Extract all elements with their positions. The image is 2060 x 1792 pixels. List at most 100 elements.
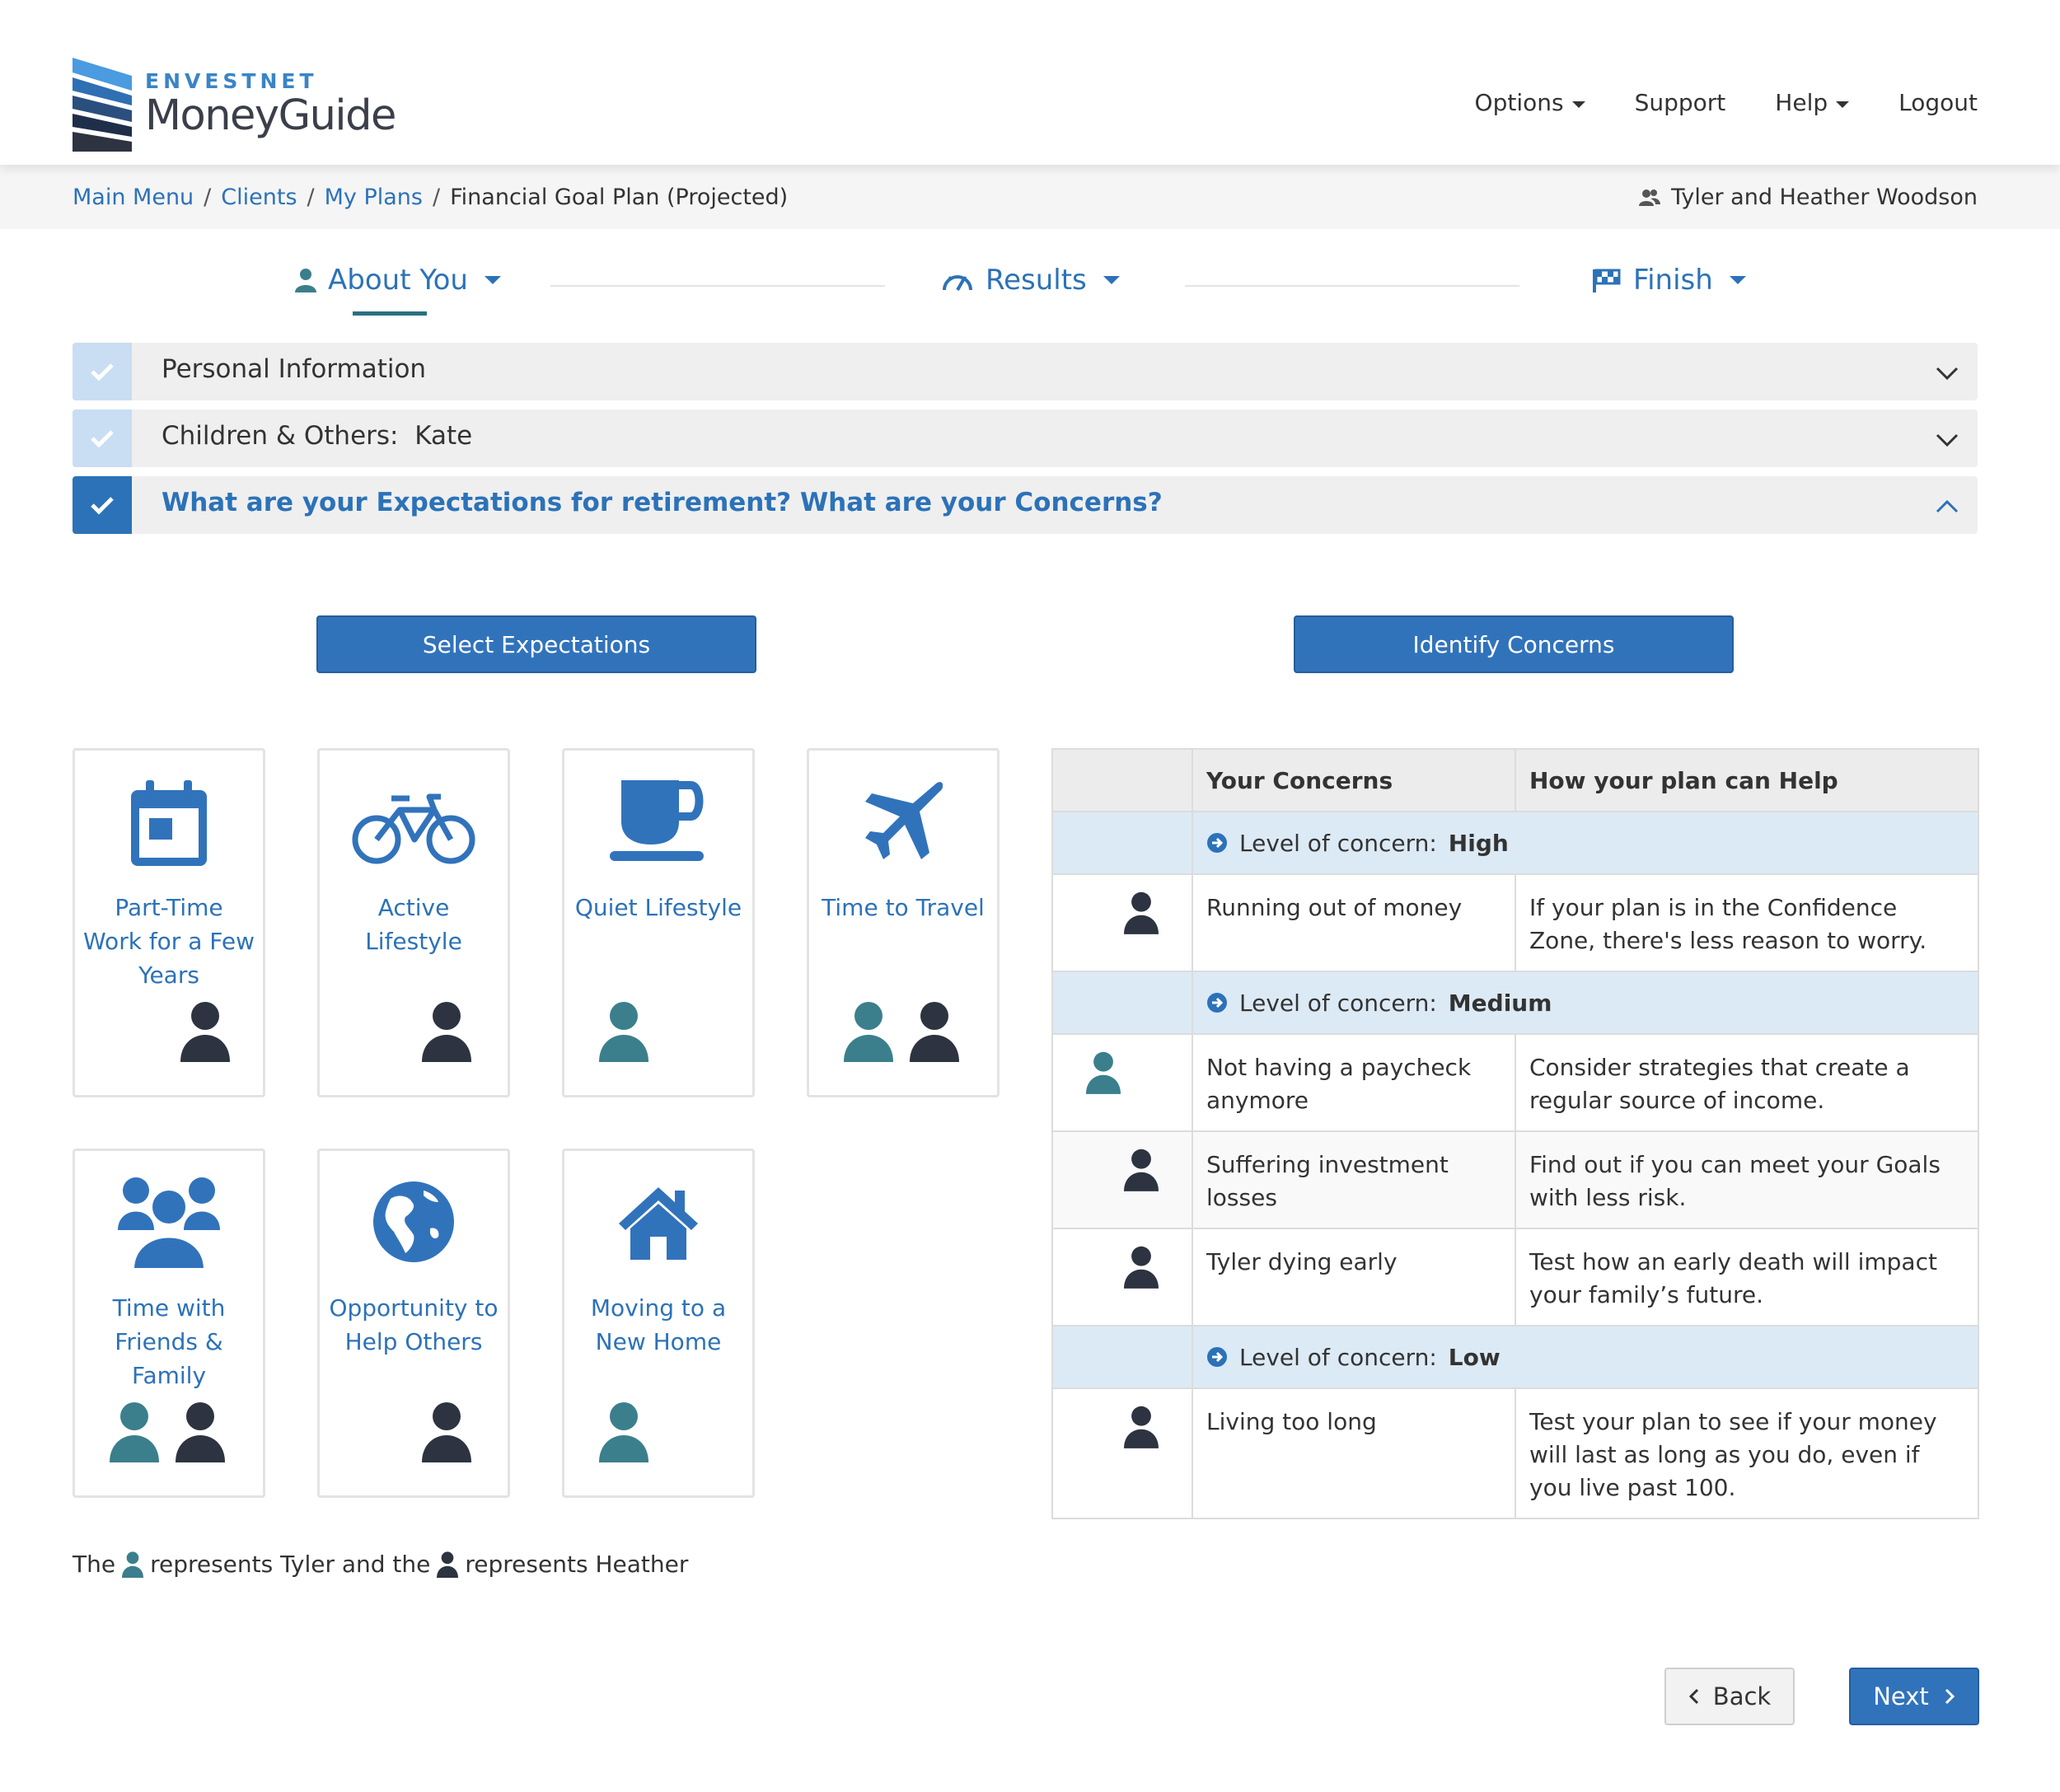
breadcrumb-main-menu[interactable]: Main Menu — [73, 185, 194, 210]
check-icon — [91, 497, 114, 515]
accordion-title: Children & Others: Kate — [162, 421, 472, 451]
heather-person-icon — [1124, 1246, 1159, 1289]
table-header-row: Your Concerns How your plan can Help — [1051, 748, 1979, 812]
expectation-card-quiet-lifestyle[interactable]: Quiet Lifestyle — [562, 748, 755, 1097]
help-label: Help — [1775, 89, 1828, 116]
heather-person-icon — [1124, 891, 1159, 934]
next-label: Next — [1873, 1682, 1929, 1710]
breadcrumb-bar: Main Menu / Clients / My Plans / Financial … — [0, 165, 2060, 229]
table-row: Living too long Test your plan to see if… — [1051, 1387, 1979, 1519]
breadcrumb-clients[interactable]: Clients — [221, 185, 297, 210]
identify-concerns-button[interactable]: Identify Concerns — [1294, 615, 1734, 673]
concern-text: Living too long — [1192, 1387, 1516, 1519]
accordion-expectations-concerns[interactable]: What are your Expectations for retiremen… — [73, 476, 1978, 534]
chevron-down-icon[interactable] — [1935, 361, 1959, 386]
table-row: Suffering investment losses Find out if … — [1051, 1130, 1979, 1229]
tyler-person-icon — [599, 1002, 648, 1062]
caret-down-icon — [484, 276, 501, 284]
group-icon — [118, 1177, 220, 1270]
expectation-card-part-time-work[interactable]: Part-Time Work for a Few Years — [73, 748, 265, 1097]
breadcrumb: Main Menu / Clients / My Plans / Financial … — [73, 185, 788, 210]
step-divider — [550, 285, 885, 287]
caret-down-icon — [1103, 276, 1120, 284]
expectation-label: Active Lifestyle — [365, 894, 462, 955]
arrow-circle-right-icon — [1207, 1347, 1227, 1367]
table-header-concern: Your Concerns — [1192, 748, 1516, 812]
logout-label: Logout — [1898, 89, 1978, 116]
tyler-person-icon — [599, 1402, 648, 1462]
next-button[interactable]: Next — [1849, 1668, 1979, 1725]
airplane-icon — [865, 782, 943, 859]
support-link[interactable]: Support — [1635, 89, 1726, 116]
help-text: Consider strategies that create a regula… — [1515, 1033, 1979, 1132]
heather-person-icon — [910, 1002, 959, 1062]
step-finish-label: Finish — [1633, 264, 1713, 297]
back-button[interactable]: Back — [1664, 1668, 1795, 1725]
expectation-card-active-lifestyle[interactable]: Active Lifestyle — [317, 748, 510, 1097]
expectation-card-new-home[interactable]: Moving to a New Home — [562, 1149, 755, 1498]
gauge-icon — [943, 275, 972, 291]
accordion-children-others[interactable]: Children & Others: Kate — [73, 409, 1978, 467]
caret-down-icon — [1729, 276, 1746, 284]
options-menu[interactable]: Options — [1475, 89, 1585, 116]
step-results[interactable]: Results — [941, 264, 1120, 297]
concern-text: Suffering investment losses — [1192, 1130, 1516, 1229]
heather-person-icon — [437, 1551, 459, 1578]
active-check — [73, 476, 132, 534]
level-value: Medium — [1448, 989, 1552, 1017]
users-icon — [1639, 189, 1661, 206]
active-step-indicator — [353, 311, 427, 316]
step-divider — [1185, 285, 1519, 287]
level-prefix: Level of concern: — [1239, 989, 1437, 1017]
check-icon — [91, 363, 114, 381]
breadcrumb-my-plans[interactable]: My Plans — [325, 185, 423, 210]
accordion-personal-information[interactable]: Personal Information — [73, 343, 1978, 400]
expectation-label: Moving to a New Home — [590, 1294, 727, 1355]
heather-person-icon — [1124, 1406, 1159, 1448]
arrow-circle-right-icon — [1207, 993, 1227, 1013]
concern-text: Not having a paycheck anymore — [1192, 1033, 1516, 1132]
expectation-label: Quiet Lifestyle — [574, 894, 742, 921]
expectation-card-help-others[interactable]: Opportunity to Help Others — [317, 1149, 510, 1498]
calendar-icon — [131, 780, 207, 866]
client-name-label: Tyler and Heather Woodson — [1671, 185, 1978, 210]
chevron-right-icon — [1945, 1688, 1955, 1705]
help-text: Test your plan to see if your money will… — [1515, 1387, 1979, 1519]
step-finish[interactable]: Finish — [1592, 264, 1746, 297]
client-name: Tyler and Heather Woodson — [1638, 185, 1978, 210]
heather-person-icon — [180, 1002, 230, 1062]
expectation-label: Time with Friends & Family — [112, 1294, 226, 1389]
legend-text: represents Tyler and the — [150, 1551, 431, 1578]
tyler-person-icon — [110, 1402, 159, 1462]
tyler-person-icon — [122, 1551, 144, 1578]
help-menu[interactable]: Help — [1775, 89, 1850, 116]
tyler-person-icon — [844, 1002, 893, 1062]
help-text: Find out if you can meet your Goals with… — [1515, 1130, 1979, 1229]
level-prefix: Level of concern: — [1239, 1343, 1437, 1371]
breadcrumb-separator: / — [307, 185, 315, 210]
chevron-left-icon — [1688, 1688, 1698, 1705]
chevron-down-icon[interactable] — [1935, 428, 1959, 452]
logo-mark-icon — [73, 58, 132, 152]
heather-person-icon — [176, 1402, 225, 1462]
level-value: High — [1448, 829, 1509, 857]
breadcrumb-separator: / — [433, 185, 441, 210]
brand-top: ENVESTNET — [145, 69, 318, 93]
expectation-card-friends-family[interactable]: Time with Friends & Family — [73, 1149, 265, 1498]
breadcrumb-separator: / — [204, 185, 212, 210]
chevron-up-icon[interactable] — [1935, 494, 1959, 519]
check-icon — [91, 430, 114, 448]
step-about-you[interactable]: About You — [295, 264, 501, 297]
level-prefix: Level of concern: — [1239, 829, 1437, 857]
table-row: Running out of money If your plan is in … — [1051, 873, 1979, 972]
app-header: ENVESTNET MoneyGuide Options Support Hel… — [0, 0, 2060, 165]
logout-link[interactable]: Logout — [1898, 89, 1978, 116]
select-expectations-button[interactable]: Select Expectations — [316, 615, 756, 673]
support-label: Support — [1634, 89, 1726, 116]
step-results-label: Results — [986, 264, 1087, 297]
children-value: Kate — [414, 421, 473, 451]
expectation-card-time-to-travel[interactable]: Time to Travel — [807, 748, 1000, 1097]
breadcrumb-current: Financial Goal Plan (Projected) — [450, 185, 789, 210]
heather-person-icon — [422, 1402, 471, 1462]
brand-logo[interactable]: ENVESTNET MoneyGuide — [73, 58, 396, 152]
